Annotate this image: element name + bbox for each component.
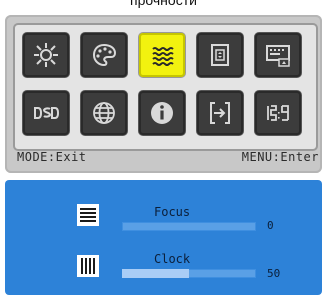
globe-icon[interactable] bbox=[81, 91, 127, 135]
focus-slider[interactable] bbox=[122, 222, 256, 231]
clock-value: 50 bbox=[267, 267, 281, 280]
aspect-ratio-icon[interactable] bbox=[255, 91, 301, 135]
mode-exit-hint: MODE:Exit bbox=[17, 150, 87, 164]
osd-settings-icon-glyph bbox=[266, 45, 290, 67]
focus-value: 0 bbox=[267, 219, 274, 232]
top-caption: прочности bbox=[130, 0, 197, 8]
globe-icon-glyph bbox=[93, 102, 115, 124]
status-bar: MODE:Exit MENU:Enter bbox=[17, 150, 318, 168]
picture-position-icon[interactable] bbox=[197, 33, 243, 77]
palette-icon[interactable] bbox=[81, 33, 127, 77]
osd-settings-icon[interactable] bbox=[255, 33, 301, 77]
dsd-icon-glyph bbox=[34, 107, 60, 119]
focus-lines-icon bbox=[77, 204, 99, 226]
osd-main-menu: MODE:Exit MENU:Enter bbox=[5, 15, 322, 173]
waves-icon[interactable] bbox=[139, 33, 185, 77]
dsd-icon[interactable] bbox=[23, 91, 69, 135]
focus-label: Focus bbox=[154, 205, 191, 219]
brightness-icon[interactable] bbox=[23, 33, 69, 77]
clock-label: Clock bbox=[154, 252, 191, 266]
waves-icon-glyph bbox=[152, 47, 174, 66]
info-icon-glyph bbox=[151, 102, 173, 124]
aspect-ratio-icon-glyph bbox=[267, 105, 289, 121]
picture-position-icon-glyph bbox=[211, 44, 229, 66]
clock-slider[interactable] bbox=[122, 269, 256, 278]
clock-row[interactable]: Clock 50 bbox=[5, 242, 322, 290]
adjustment-panel: Focus 0 Clock 50 bbox=[5, 180, 322, 295]
brightness-icon-glyph bbox=[34, 43, 58, 67]
focus-row[interactable]: Focus 0 bbox=[5, 194, 322, 242]
info-icon[interactable] bbox=[139, 91, 185, 135]
input-source-icon[interactable] bbox=[197, 91, 243, 135]
clock-slider-fill bbox=[122, 269, 189, 278]
clock-bars-icon bbox=[77, 255, 99, 277]
input-source-icon-glyph bbox=[210, 102, 230, 124]
palette-icon-glyph bbox=[92, 43, 117, 67]
menu-icon-grid bbox=[13, 23, 318, 151]
menu-enter-hint: MENU:Enter bbox=[241, 150, 319, 164]
